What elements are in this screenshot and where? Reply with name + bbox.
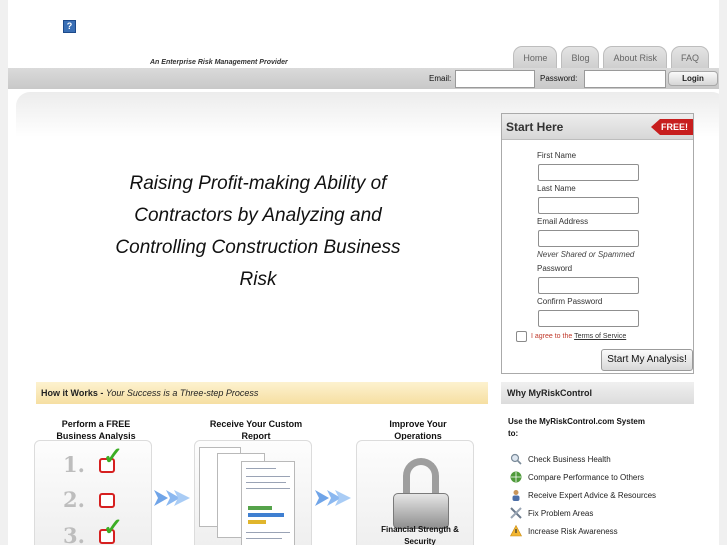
globe-icon (510, 471, 522, 483)
agree-label: I agree to the (531, 333, 573, 340)
password-field[interactable] (538, 277, 639, 294)
step-number-1: 1. (63, 452, 85, 477)
checkbox-empty-icon (99, 493, 115, 508)
report-bar (248, 520, 266, 524)
nav-tabs: Home Blog About Risk FAQ (513, 46, 709, 68)
tagline: An Enterprise Risk Management Provider (150, 59, 288, 66)
login-password-input[interactable] (584, 70, 666, 88)
report-line (246, 468, 276, 469)
how-subtitle: Your Success is a Three-step Process (105, 388, 259, 398)
why-item-awareness[interactable]: Increase Risk Awareness (510, 524, 618, 538)
magnifier-icon (510, 453, 522, 465)
step-2-title: Receive Your Custom Report (209, 419, 303, 441)
step-3-title: Improve Your Operations (389, 419, 447, 441)
hero-headline: Raising Profit-making Ability of Contrac… (115, 173, 401, 290)
why-item-check-health[interactable]: Check Business Health (510, 452, 611, 466)
last-name-label: Last Name (537, 184, 576, 193)
report-page-front (241, 461, 295, 545)
terms-agree-text: I agree to the Terms of Service (531, 333, 626, 340)
report-line (246, 538, 282, 539)
checkmark-icon: ✓ (103, 514, 124, 541)
step-number-2: 2. (63, 487, 85, 512)
logo-icon[interactable]: ? (63, 20, 76, 33)
person-icon (512, 490, 520, 501)
double-arrow-icon (315, 490, 351, 506)
password-field-label: Password (537, 264, 573, 273)
signup-header: Start Here FREE! (502, 114, 693, 140)
email-note: Never Shared or Spammed (537, 250, 635, 259)
report-line (246, 488, 290, 489)
signup-title: Start Here (506, 120, 564, 134)
why-item-compare[interactable]: Compare Performance to Others (510, 470, 644, 484)
tab-faq[interactable]: FAQ (670, 46, 709, 68)
tools-icon (510, 507, 522, 519)
tab-about-risk[interactable]: About Risk (603, 46, 667, 68)
tab-blog[interactable]: Blog (561, 46, 600, 68)
why-item-label: Receive Expert Advice & Resources (528, 490, 657, 500)
page: ? An Enterprise Risk Management Provider… (8, 0, 719, 545)
terms-of-service-link[interactable]: Terms of Service (574, 333, 626, 340)
report-bar (248, 513, 284, 517)
why-item-advice[interactable]: Receive Expert Advice & Resources (510, 488, 656, 502)
why-title: Why MyRiskControl (507, 388, 593, 398)
confirm-password-field[interactable] (538, 310, 639, 327)
why-intro: Use the MyRiskControl.com System to: (508, 417, 645, 438)
step-2-card (194, 440, 312, 545)
login-email-input[interactable] (455, 70, 535, 88)
why-item-fix[interactable]: Fix Problem Areas (510, 506, 593, 520)
why-item-label: Compare Performance to Others (528, 472, 645, 482)
step-1-title: Perform a FREE Business Analysis (56, 419, 136, 441)
why-item-label: Check Business Health (528, 454, 611, 464)
tab-home[interactable]: Home (513, 46, 558, 68)
email-field[interactable] (538, 230, 639, 247)
how-heading: How it Works - Your Success is a Three-s… (41, 388, 258, 398)
report-line (246, 482, 286, 483)
double-arrow-icon (154, 490, 190, 506)
confirm-password-label: Confirm Password (537, 297, 603, 306)
start-analysis-button[interactable]: Start My Analysis! (601, 349, 693, 371)
free-badge: FREE! (651, 119, 693, 135)
report-line (246, 532, 290, 533)
step-1-card: 1. ✓ 2. 3. ✓ (34, 440, 152, 545)
login-button[interactable]: Login (668, 71, 718, 86)
why-item-label: Increase Risk Awareness (528, 526, 618, 536)
terms-checkbox[interactable] (516, 331, 527, 342)
why-item-label: Fix Problem Areas (528, 508, 594, 518)
checkmark-icon: ✓ (103, 443, 124, 470)
report-bar (248, 506, 272, 510)
report-line (246, 476, 290, 477)
how-title: How it Works - (41, 388, 104, 398)
first-name-label: First Name (537, 151, 577, 160)
email-label: Email: (429, 74, 452, 83)
password-label: Password: (540, 74, 578, 83)
first-name-field[interactable] (538, 164, 639, 181)
how-it-works-bar: How it Works - Your Success is a Three-s… (36, 382, 488, 404)
step-3-caption: Financial Strength & Security (381, 525, 459, 545)
warning-icon (510, 525, 522, 537)
login-bar: Email: Password: Login (8, 68, 719, 89)
why-bar: Why MyRiskControl (501, 382, 694, 404)
signup-box: Start Here FREE! First Name Last Name Em… (501, 113, 694, 374)
email-address-label: Email Address (537, 217, 589, 226)
last-name-field[interactable] (538, 197, 639, 214)
step-number-3: 3. (63, 523, 85, 545)
